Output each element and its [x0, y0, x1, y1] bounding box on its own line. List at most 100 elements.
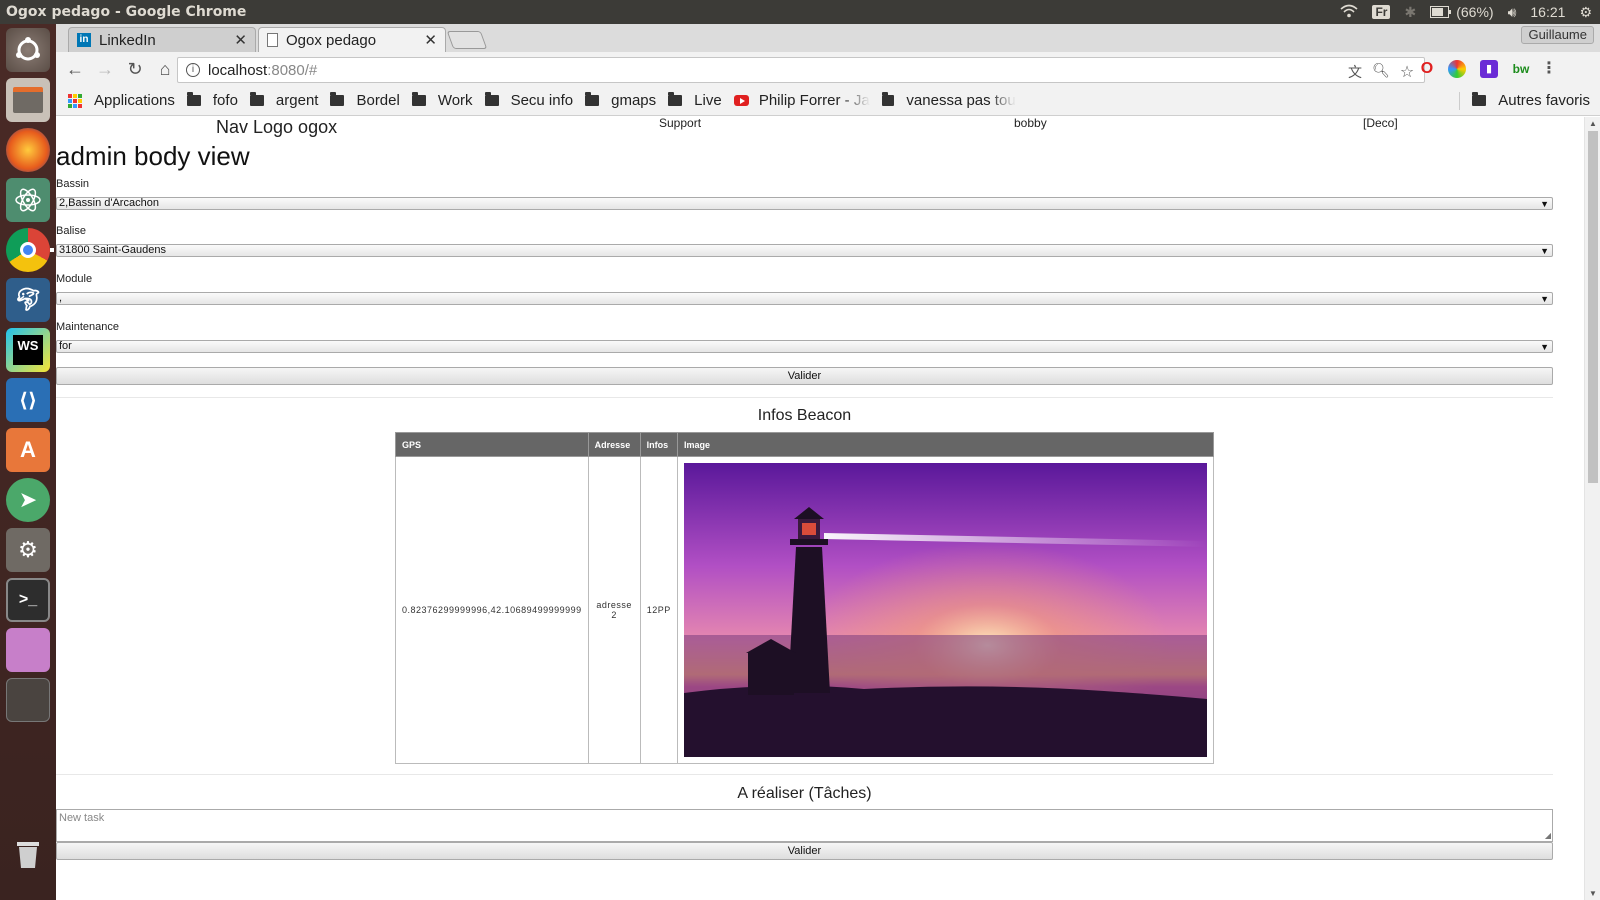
bookmark-folder-argent[interactable]: argent: [249, 92, 318, 109]
resize-grip-icon[interactable]: ◢: [1545, 831, 1551, 840]
trash-icon[interactable]: [6, 832, 50, 876]
opera-extension-icon[interactable]: O: [1418, 60, 1436, 78]
module-select[interactable]: , ▼: [56, 292, 1553, 305]
gps-cell: 0.82376299999996,42.10689499999999: [395, 456, 589, 764]
page-icon: [267, 33, 278, 47]
bassin-select[interactable]: 2,Bassin d'Arcachon ▼: [56, 197, 1553, 210]
back-icon[interactable]: ←: [62, 56, 88, 82]
scroll-up-icon[interactable]: ▲: [1589, 119, 1597, 128]
chrome-icon[interactable]: [6, 228, 50, 272]
bookmark-label: Live: [694, 92, 722, 109]
launcher: 🐬︎ WS ⟨⟩ A ➤ ⚙ >_: [0, 24, 56, 900]
battery-indicator[interactable]: (66%): [1430, 4, 1494, 20]
url-path: :8080/#: [267, 61, 318, 79]
firefox-icon[interactable]: [6, 128, 50, 172]
table-header-row: GPS Adresse Infos Image: [395, 432, 1214, 457]
form-submit-button[interactable]: Valider: [56, 367, 1553, 385]
system-settings-icon[interactable]: ⚙: [6, 528, 50, 572]
folder-icon: [881, 92, 895, 106]
browser-tab-strip: in LinkedIn ✕ Ogox pedago ✕ Guillaume: [56, 24, 1600, 52]
bookmark-folder-bordel[interactable]: Bordel: [330, 92, 400, 109]
maintenance-select[interactable]: for ▼: [56, 340, 1553, 353]
tab-label: LinkedIn: [99, 31, 156, 49]
bookmark-folder-vanessa[interactable]: vanessa pas tou: [881, 92, 1016, 109]
clock[interactable]: 16:21: [1530, 4, 1565, 20]
beacon-section-title: Infos Beacon: [757, 407, 852, 424]
nav-logo[interactable]: Nav Logo ogox: [216, 117, 337, 138]
bookmark-applications[interactable]: Applications: [68, 92, 175, 109]
adresse-cell: adresse 2: [587, 456, 641, 764]
column-header-adresse: Adresse: [587, 432, 641, 457]
bw-extension-icon[interactable]: bw: [1512, 60, 1530, 78]
scrollbar-thumb[interactable]: [1588, 131, 1598, 483]
select-value: ,: [59, 292, 63, 304]
select-value: for: [59, 340, 72, 352]
table-row: 0.82376299999996,42.10689499999999 adres…: [395, 456, 1214, 764]
module-label: Module: [56, 273, 93, 285]
task-submit-button[interactable]: Valider: [56, 842, 1553, 860]
bookmark-youtube-philip-forrer[interactable]: Philip Forrer - Ja: [733, 92, 870, 109]
page-scrollbar[interactable]: ▲ ▼: [1584, 117, 1600, 900]
nav-support-link[interactable]: Support: [659, 117, 701, 130]
page-viewport: Nav Logo ogox Support bobby [Deco] admin…: [56, 117, 1600, 900]
browser-toolbar: ← → ↻ ⌂ i localhost:8080/# 文 🔍︎ ☆ O ▮ bw…: [56, 52, 1600, 86]
bluetooth-icon[interactable]: ✱: [1404, 4, 1416, 21]
bookmark-folder-secu-info[interactable]: Secu info: [484, 92, 573, 109]
colorful-extension-icon[interactable]: [1448, 60, 1466, 78]
mysql-workbench-icon[interactable]: 🐬︎: [6, 278, 50, 322]
nav-user[interactable]: bobby: [1014, 117, 1047, 130]
software-center-icon[interactable]: A: [6, 428, 50, 472]
section-divider: [56, 774, 1553, 775]
dropdown-caret-icon: ▼: [1540, 199, 1549, 209]
bookmark-label: Autres favoris: [1498, 92, 1590, 109]
zoom-icon[interactable]: 🔍︎: [1372, 62, 1390, 80]
purple-extension-icon[interactable]: ▮: [1480, 60, 1498, 78]
translate-icon[interactable]: 文: [1346, 62, 1364, 80]
settings-gear-icon[interactable]: ⚙: [1579, 4, 1592, 21]
vscode-icon[interactable]: ⟨⟩: [6, 378, 50, 422]
bookmark-label: Philip Forrer - Ja: [758, 92, 870, 109]
close-tab-icon[interactable]: ✕: [424, 31, 437, 49]
infos-cell: 12PP: [639, 456, 679, 764]
home-icon[interactable]: ⌂: [152, 56, 178, 82]
folder-icon: [330, 92, 345, 106]
bookmark-other-favorites[interactable]: Autres favoris: [1472, 92, 1590, 109]
new-task-textarea[interactable]: New task ◢: [56, 809, 1553, 842]
nav-logout-link[interactable]: [Deco]: [1363, 117, 1398, 130]
keyboard-layout-indicator[interactable]: Fr: [1372, 5, 1391, 19]
tab-linkedin[interactable]: in LinkedIn ✕: [68, 27, 256, 52]
wifi-icon[interactable]: [1340, 4, 1358, 21]
profile-button[interactable]: Guillaume: [1521, 26, 1594, 44]
bassin-label: Bassin: [56, 178, 90, 190]
volume-icon[interactable]: 🔊︎: [1508, 4, 1517, 21]
window-app-icon[interactable]: [6, 628, 50, 672]
terminal-icon[interactable]: >_: [6, 578, 50, 622]
close-tab-icon[interactable]: ✕: [234, 31, 247, 49]
address-bar[interactable]: i localhost:8080/# 文 🔍︎ ☆: [177, 57, 1425, 83]
bookmark-folder-work[interactable]: Work: [411, 92, 473, 109]
folder-icon: [249, 92, 264, 106]
bookmark-folder-gmaps[interactable]: gmaps: [585, 92, 656, 109]
balise-select[interactable]: 31800 Saint-Gaudens ▼: [56, 244, 1553, 257]
new-tab-button[interactable]: [446, 31, 488, 49]
workspace-switcher-icon[interactable]: [6, 678, 50, 722]
os-top-panel: Ogox pedago - Google Chrome Fr ✱ (66%) 🔊…: [0, 0, 1600, 24]
ubuntu-dash-icon[interactable]: [6, 28, 50, 72]
folder-icon: [484, 92, 499, 106]
atom-icon[interactable]: [6, 178, 50, 222]
webstorm-icon[interactable]: WS: [6, 328, 50, 372]
bookmark-folder-fofo[interactable]: fofo: [186, 92, 238, 109]
bookmark-folder-live[interactable]: Live: [668, 92, 722, 109]
battery-icon: [1430, 6, 1452, 18]
url-host: localhost: [208, 61, 268, 79]
scroll-down-icon[interactable]: ▼: [1589, 889, 1597, 898]
bookmark-star-icon[interactable]: ☆: [1398, 62, 1416, 81]
files-icon[interactable]: [6, 78, 50, 122]
forward-icon[interactable]: →: [92, 56, 118, 82]
telegram-icon[interactable]: ➤: [6, 478, 50, 522]
site-info-icon[interactable]: i: [186, 63, 200, 77]
tab-label: Ogox pedago: [286, 31, 377, 49]
chrome-menu-icon[interactable]: ⋮: [1540, 60, 1558, 78]
tab-ogox-pedago[interactable]: Ogox pedago ✕: [258, 27, 446, 52]
reload-icon[interactable]: ↻: [122, 56, 148, 82]
